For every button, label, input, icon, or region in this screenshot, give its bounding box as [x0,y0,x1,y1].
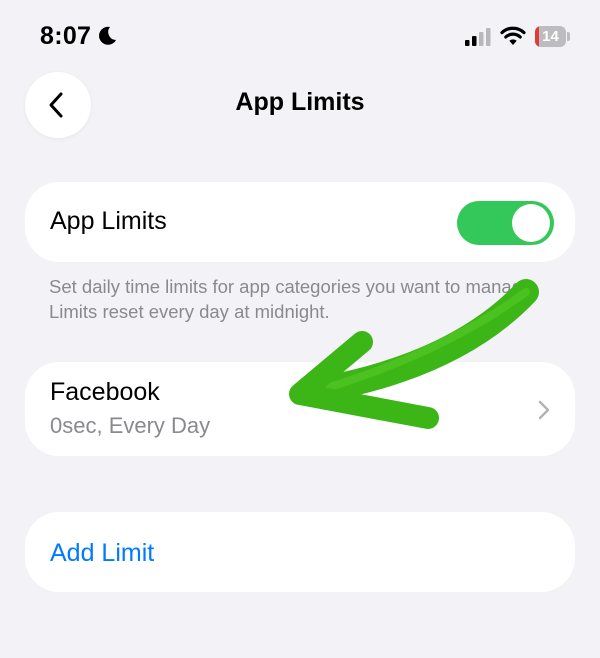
add-limit-label: Add Limit [50,539,155,567]
cellular-signal-icon [465,28,491,46]
moon-icon [99,26,116,45]
wifi-icon [500,26,526,45]
limit-item-facebook[interactable]: Facebook 0sec, Every Day [25,362,575,456]
toggle-knob [512,204,550,242]
chevron-right-icon [538,400,550,420]
limit-schedule: 0sec, Every Day [50,413,211,438]
battery-indicator: 14 [535,26,571,47]
page-title: App Limits [235,88,365,116]
app-limits-toggle-row: App Limits [25,182,575,262]
battery-level: 14 [542,28,559,45]
status-time: 8:07 [40,22,92,50]
add-limit-button[interactable]: Add Limit [25,512,575,592]
app-limits-toggle[interactable] [457,201,554,245]
status-bar: 8:07 14 [0,0,600,70]
app-limits-description: Set daily time limits for app categories… [49,276,538,322]
limit-name: Facebook [50,378,160,406]
app-limits-toggle-label: App Limits [50,207,167,235]
